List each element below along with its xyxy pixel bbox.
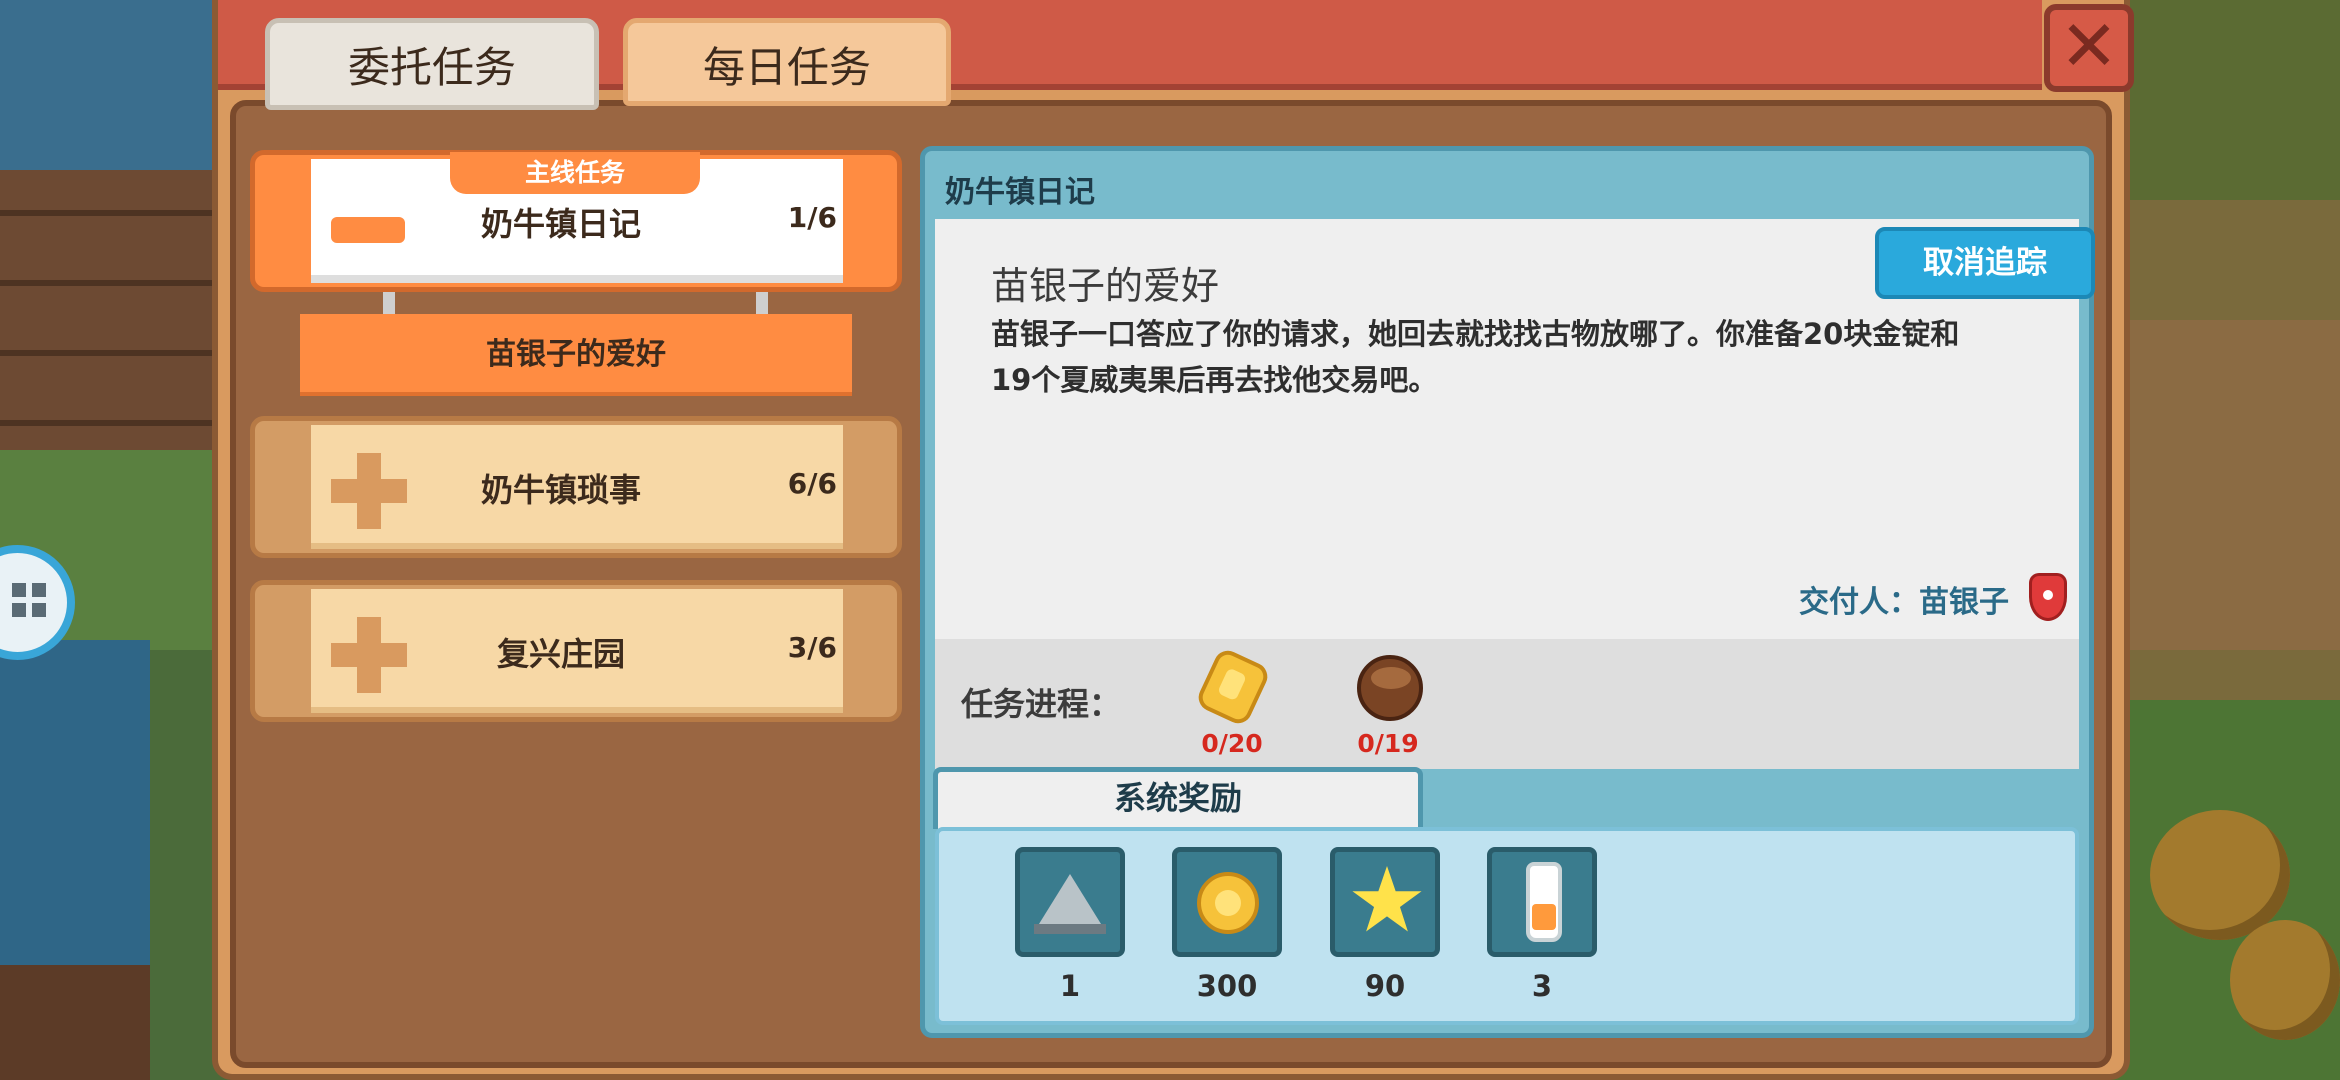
map-marker-icon[interactable] [2029, 573, 2067, 621]
star-icon [1352, 866, 1422, 932]
subquest-item-active[interactable]: 苗银子的爱好 [300, 314, 852, 396]
quest-group-revive-manor[interactable]: 复兴庄园 3/6 [250, 580, 902, 722]
reward-slot [1172, 847, 1282, 957]
dirt-path [2110, 320, 2340, 650]
untrack-button[interactable]: 取消追踪 [1875, 227, 2095, 299]
expand-plus-icon [331, 617, 407, 693]
tab-daily-tasks[interactable]: 每日任务 [623, 18, 951, 106]
bush [2230, 920, 2340, 1040]
quest-subtitle: 苗银子的爱好 [991, 264, 1220, 308]
gold-coin-icon [1197, 872, 1259, 934]
reward-item[interactable]: 1 [1015, 847, 1125, 1017]
expand-plus-icon [331, 453, 407, 529]
wooden-deck [0, 170, 215, 450]
reward-count: 90 [1364, 969, 1406, 1003]
quest-group-title: 奶牛镇琐事 [480, 471, 641, 509]
quest-group-cow-town-chores[interactable]: 奶牛镇琐事 6/6 [250, 416, 902, 558]
quest-group-title: 奶牛镇日记 [480, 205, 641, 243]
reward-item[interactable]: 90 [1330, 847, 1440, 1017]
quest-description: 苗银子一口答应了你的请求，她回去就找找古物放哪了。你准备20块金锭和19个夏威夷… [991, 317, 1960, 397]
reward-slot [1330, 847, 1440, 957]
detail-description-box: 苗银子的爱好 取消追踪 苗银子一口答应了你的请求，她回去就找找古物放哪了。你准备… [935, 219, 2095, 639]
gold-ingot-icon [1194, 646, 1272, 728]
quest-card: 奶牛镇琐事 6/6 [311, 425, 843, 549]
quest-progress-area: 任务进程： 0/20 0/19 [935, 639, 2079, 769]
progress-count: 0/19 [1357, 729, 1419, 758]
progress-count: 0/20 [1201, 729, 1263, 758]
wedge-item-icon [1034, 874, 1106, 934]
bush [2150, 810, 2290, 940]
quest-group-count: 3/6 [787, 631, 837, 664]
macadamia-nut-icon [1357, 655, 1423, 721]
reward-tab: 系统奖励 [933, 767, 1423, 829]
milk-bottle-icon [1526, 862, 1562, 942]
water-area [0, 0, 215, 190]
dock-planks [0, 965, 150, 1080]
right-cliff [2110, 0, 2340, 200]
quest-group-title: 复兴庄园 [496, 635, 625, 673]
close-x-icon: ✕ [2059, 5, 2119, 87]
tree-connector [383, 292, 395, 316]
detail-header-title: 奶牛镇日记 [945, 175, 1095, 210]
progress-item[interactable]: 0/19 [1343, 645, 1433, 765]
quest-card: 复兴庄园 3/6 [311, 589, 843, 713]
reward-area: 1 300 90 3 [935, 827, 2079, 1025]
tree-connector [756, 292, 768, 316]
collapse-minus-icon [331, 217, 405, 243]
reward-slot [1015, 847, 1125, 957]
deliver-to-npc: 交付人：苗银子 [1799, 585, 2009, 620]
reward-count: 1 [1059, 969, 1081, 1003]
progress-item[interactable]: 0/20 [1187, 645, 1277, 765]
quest-group-count: 1/6 [787, 201, 837, 234]
tab-commission-tasks[interactable]: 委托任务 [265, 18, 599, 110]
reward-slot [1487, 847, 1597, 957]
reward-item[interactable]: 300 [1172, 847, 1282, 1017]
reward-item[interactable]: 3 [1487, 847, 1597, 1017]
quest-group-count: 6/6 [787, 467, 837, 500]
reward-count: 3 [1531, 969, 1553, 1003]
quest-detail-panel: 奶牛镇日记 苗银子的爱好 取消追踪 苗银子一口答应了你的请求，她回去就找找古物放… [920, 146, 2095, 1038]
main-quest-badge: 主线任务 [450, 152, 700, 194]
reward-count: 300 [1196, 969, 1258, 1003]
close-button[interactable]: ✕ [2044, 4, 2134, 92]
progress-label: 任务进程： [961, 685, 1122, 723]
